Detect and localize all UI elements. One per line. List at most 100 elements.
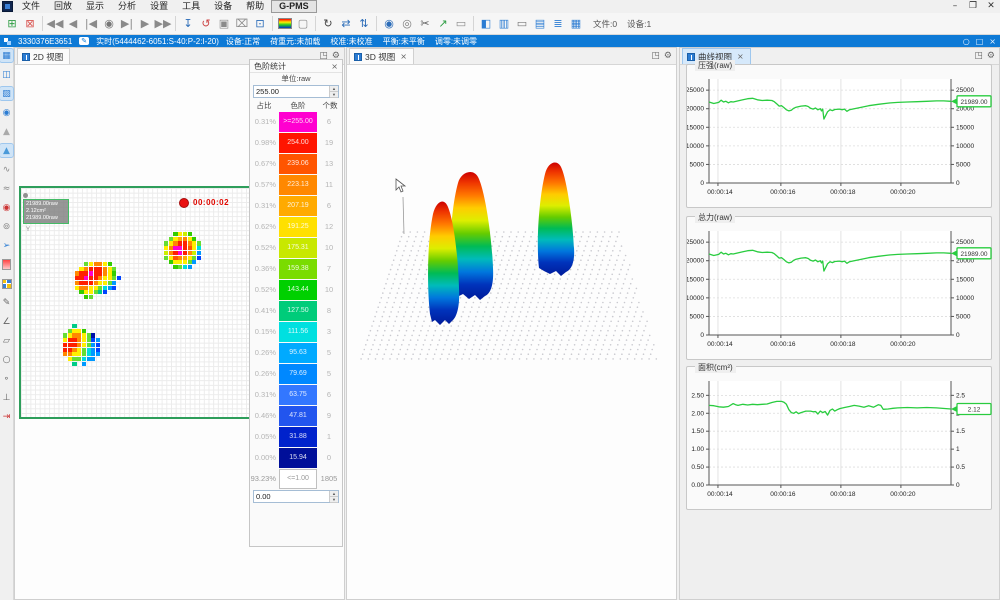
float-panel-icon[interactable]: ◳ (974, 51, 983, 61)
peak-3d-icon[interactable]: ▲ (0, 144, 13, 157)
layout-monitor-icon[interactable]: ▤ (531, 15, 549, 33)
clear-icon[interactable]: ▢ (294, 15, 312, 33)
pressure-cell (87, 343, 91, 347)
rewind-icon[interactable]: ◀◀ (46, 15, 64, 33)
grid-2d-icon[interactable]: ▦ (0, 49, 13, 62)
grid-split-icon[interactable]: ◫ (0, 68, 13, 81)
colorbar-icon[interactable] (276, 15, 294, 33)
tab-2d-view[interactable]: 2D 视图 (17, 48, 70, 64)
pressure-cell (173, 232, 177, 236)
add-view-icon[interactable]: ⊞ (3, 15, 21, 33)
info-icon[interactable]: ○ (963, 37, 970, 46)
menu-item-工具[interactable]: 工具 (175, 0, 207, 13)
peak-flat-icon[interactable]: ▲ (0, 125, 13, 138)
swap-vertical-icon[interactable]: ⇅ (355, 15, 373, 33)
edit-icon[interactable]: ✎ (79, 37, 89, 45)
go-start-icon[interactable]: |◀ (82, 15, 100, 33)
layout-list-icon[interactable]: ≣ (549, 15, 567, 33)
min-level-input[interactable] (254, 491, 329, 502)
play-icon[interactable]: ▶ (136, 15, 154, 33)
chart-force-plot[interactable]: 0050005000100001000015000150002000020000… (687, 223, 993, 355)
device-count-label: 设备:1 (627, 18, 651, 30)
avg-box-icon[interactable]: ≈ (0, 182, 13, 195)
close-view-icon[interactable]: ⊠ (21, 15, 39, 33)
tab-2d-label: 2D 视图 (33, 51, 63, 63)
gradient-bar-icon[interactable] (0, 258, 13, 271)
color-stats-row: 0.31%207.196 (250, 195, 342, 216)
circle-roi-icon[interactable]: ○ (0, 353, 13, 366)
svg-text:20000: 20000 (687, 106, 704, 113)
snapshot-off-icon[interactable]: ⌧ (233, 15, 251, 33)
record-dot-icon[interactable]: ◉ (0, 201, 13, 214)
layout-grid-icon[interactable]: ▦ (567, 15, 585, 33)
min-level-spinbox[interactable]: ▲▼ (253, 490, 339, 503)
panel-settings-icon[interactable]: ⚙ (987, 51, 995, 61)
layout-three-icon[interactable]: ▥ (495, 15, 513, 33)
export-icon[interactable]: ↗ (434, 15, 452, 33)
target-filled-icon[interactable]: ◉ (380, 15, 398, 33)
small-circle-icon[interactable]: ∘ (0, 372, 13, 385)
seal-icon[interactable]: ⊚ (0, 220, 13, 233)
pressure-cell (169, 251, 173, 255)
color-grid-icon[interactable] (0, 277, 13, 290)
mesh-3d-icon[interactable]: ▨ (0, 87, 13, 100)
stats-header-row: 占比 色阶 个数 (250, 99, 342, 111)
minimize-button[interactable]: – (946, 0, 964, 13)
color-stats-close-icon[interactable]: × (331, 62, 338, 71)
pin-icon[interactable]: ↧ (179, 15, 197, 33)
pressure-map-2d[interactable]: 21989.00raw 2.12cm² 21989.00raw Y 00:00:… (19, 186, 251, 419)
max-level-spinbox[interactable]: ▲▼ (253, 85, 339, 98)
close-button[interactable]: ✕ (982, 0, 1000, 13)
restore-icon[interactable]: □ (976, 37, 984, 46)
min-level-spinner[interactable]: ▲▼ (329, 491, 338, 502)
cut-icon[interactable]: ✂ (416, 15, 434, 33)
pencil-icon[interactable]: ✎ (0, 296, 13, 309)
menu-item-分析[interactable]: 分析 (111, 0, 143, 13)
pressure-cell (79, 281, 83, 285)
close-bar-icon[interactable]: × (989, 37, 996, 46)
target-icon[interactable]: ◎ (398, 15, 416, 33)
avg-line-icon[interactable]: ∿ (0, 163, 13, 176)
go-end-icon[interactable]: ▶| (118, 15, 136, 33)
tab-curves-close-icon[interactable]: × (737, 52, 744, 61)
max-level-spinner[interactable]: ▲▼ (329, 86, 338, 97)
toolbar-separator (175, 16, 176, 31)
menu-item-设置[interactable]: 设置 (143, 0, 175, 13)
svg-text:00:00:18: 00:00:18 (830, 491, 856, 498)
polygon-icon[interactable]: ▱ (0, 334, 13, 347)
chart-pressure-plot[interactable]: 0050005000100001000015000150002000020000… (687, 71, 993, 203)
mouse-cursor (396, 179, 405, 192)
menu-item-文件[interactable]: 文件 (15, 0, 47, 13)
swap-horizontal-icon[interactable]: ⇄ (337, 15, 355, 33)
fast-forward-icon[interactable]: ▶▶ (154, 15, 172, 33)
record-stop-icon[interactable]: ◉ (100, 15, 118, 33)
max-level-input[interactable] (254, 86, 329, 97)
loop-icon[interactable]: ↺ (197, 15, 215, 33)
toolbar-group: ↧↺▣⌧⊡ (179, 15, 269, 33)
ruler-icon[interactable]: ⊥ (0, 391, 13, 404)
panel-3d: 3D 视图 × ◳ ⚙ (346, 47, 677, 600)
refresh-icon[interactable]: ↻ (319, 15, 337, 33)
menu-item-设备[interactable]: 设备 (207, 0, 239, 13)
menu-item-回放[interactable]: 回放 (47, 0, 79, 13)
maximize-button[interactable]: ❐ (964, 0, 982, 13)
pressure-cell (197, 241, 201, 245)
exit-icon[interactable]: ⇥ (0, 410, 13, 423)
polyline-icon[interactable]: ∠ (0, 315, 13, 328)
step-back-icon[interactable]: ◀ (64, 15, 82, 33)
layout-frame-icon[interactable]: ▭ (513, 15, 531, 33)
surface-3d-view[interactable] (347, 48, 676, 582)
menu-item-显示[interactable]: 显示 (79, 0, 111, 13)
pressure-cell (173, 237, 177, 241)
dart-icon[interactable]: ➢ (0, 239, 13, 252)
contour-icon[interactable]: ◉ (0, 106, 13, 119)
region-icon[interactable]: ▭ (452, 15, 470, 33)
chart-area-plot[interactable]: 0.0000.500.51.0011.501.52.0022.502.500:0… (687, 373, 993, 505)
live-view-icon[interactable]: ⊡ (251, 15, 269, 33)
pressure-cell (112, 276, 116, 280)
menu-item-帮助[interactable]: 帮助 (239, 0, 271, 13)
snapshot-icon[interactable]: ▣ (215, 15, 233, 33)
layout-two-icon[interactable]: ◧ (477, 15, 495, 33)
menu-item-G-PMS[interactable]: G-PMS (271, 0, 317, 13)
probe-marker-dot[interactable] (23, 193, 28, 198)
